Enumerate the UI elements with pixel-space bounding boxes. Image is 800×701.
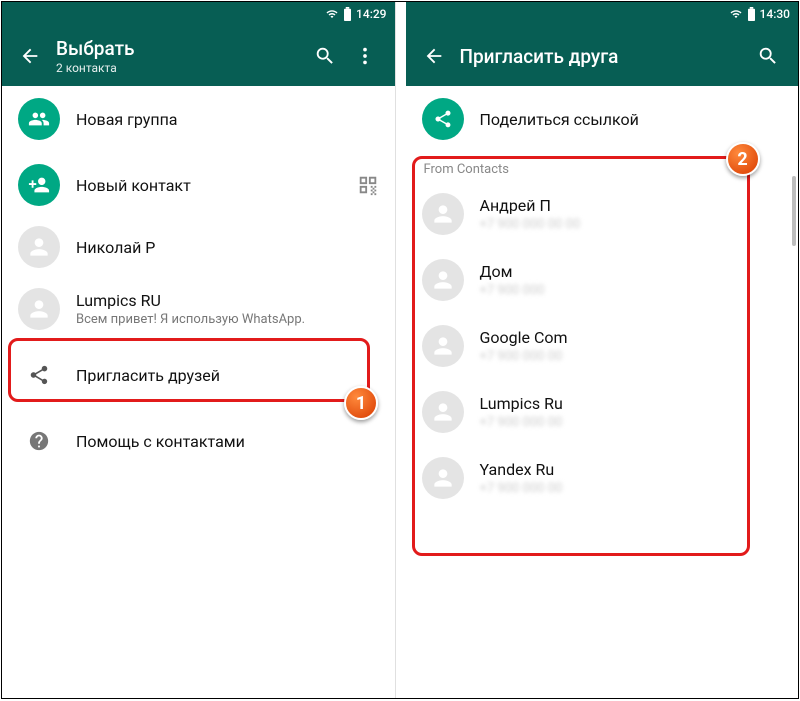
contact-name: Андрей П <box>480 196 783 215</box>
contact-name: Lumpics RU <box>76 291 379 310</box>
annotation-callout: 2 <box>726 142 760 176</box>
person-icon <box>422 193 464 235</box>
scrollbar[interactable] <box>792 176 796 246</box>
invite-friends-row[interactable]: Пригласить друзей <box>2 342 395 408</box>
person-icon <box>422 391 464 433</box>
contact-name: Yandex Ru <box>480 460 783 479</box>
wifi-icon <box>729 8 743 20</box>
appbar: Выбрать 2 контакта <box>2 26 395 86</box>
battery-icon <box>747 7 756 21</box>
search-button[interactable] <box>305 45 345 67</box>
menu-button[interactable] <box>345 45 385 67</box>
contact-name: Николай Р <box>76 238 379 257</box>
screen-invite-friend: 14:30 Пригласить друга Поделиться ссылко… <box>406 2 799 698</box>
contact-name: Google Com <box>480 328 783 347</box>
screen-select-contact: 14:29 Выбрать 2 контакта Новая груп <box>2 2 396 698</box>
status-time: 14:30 <box>760 7 790 21</box>
contact-row[interactable]: Lumpics RU Всем привет! Я использую What… <box>2 276 395 342</box>
content-area: Поделиться ссылкой From Contacts Андрей … <box>406 86 799 511</box>
contact-row[interactable]: Yandex Ru +7 900 000 00 <box>406 445 799 511</box>
contact-row[interactable]: Google Com +7 900 000 00 <box>406 313 799 379</box>
person-icon <box>422 457 464 499</box>
contact-phone: +7 900 000 00 <box>480 349 783 364</box>
appbar-title: Выбрать <box>56 37 305 60</box>
contact-name: Дом <box>480 262 783 281</box>
status-bar: 14:29 <box>2 2 395 26</box>
appbar-title-block: Выбрать 2 контакта <box>48 37 305 75</box>
share-icon <box>18 354 60 396</box>
status-bar: 14:30 <box>406 2 799 26</box>
person-icon <box>422 325 464 367</box>
appbar-title-block: Пригласить друга <box>452 45 749 68</box>
contact-phone: +7 900 000 00 00 <box>480 217 783 232</box>
row-label: Поделиться ссылкой <box>480 110 783 129</box>
search-button[interactable] <box>748 45 788 67</box>
battery-icon <box>343 7 352 21</box>
person-icon <box>18 288 60 330</box>
person-icon <box>422 259 464 301</box>
annotation-callout: 1 <box>344 386 378 420</box>
add-person-icon <box>18 164 60 206</box>
contact-row[interactable]: Lumpics Ru +7 900 000 00 <box>406 379 799 445</box>
row-label: Новая группа <box>76 110 379 129</box>
contact-phone: +7 900 000 00 <box>480 415 783 430</box>
back-button[interactable] <box>12 45 48 67</box>
back-button[interactable] <box>416 45 452 67</box>
appbar: Пригласить друга <box>406 26 799 86</box>
qr-icon[interactable] <box>357 174 379 196</box>
contact-status: Всем привет! Я использую WhatsApp. <box>76 312 379 327</box>
contacts-help-row[interactable]: Помощь с контактами <box>2 408 395 474</box>
appbar-subtitle: 2 контакта <box>56 61 305 75</box>
row-label: Новый контакт <box>76 176 357 195</box>
content-area: Новая группа Новый контакт Николай Р <box>2 86 395 474</box>
contact-name: Lumpics Ru <box>480 394 783 413</box>
contact-phone: +7 900 000 <box>480 283 783 298</box>
contact-row[interactable]: Николай Р <box>2 218 395 276</box>
row-label: Пригласить друзей <box>76 366 379 385</box>
row-label: Помощь с контактами <box>76 432 379 451</box>
person-icon <box>18 226 60 268</box>
status-time: 14:29 <box>356 7 386 21</box>
help-icon <box>18 420 60 462</box>
new-group-row[interactable]: Новая группа <box>2 86 395 152</box>
group-icon <box>18 98 60 140</box>
wifi-icon <box>325 8 339 20</box>
contact-row[interactable]: Дом +7 900 000 <box>406 247 799 313</box>
share-icon <box>422 98 464 140</box>
appbar-title: Пригласить друга <box>460 45 749 68</box>
contact-phone: +7 900 000 00 <box>480 481 783 496</box>
contact-row[interactable]: Андрей П +7 900 000 00 00 <box>406 181 799 247</box>
new-contact-row[interactable]: Новый контакт <box>2 152 395 218</box>
